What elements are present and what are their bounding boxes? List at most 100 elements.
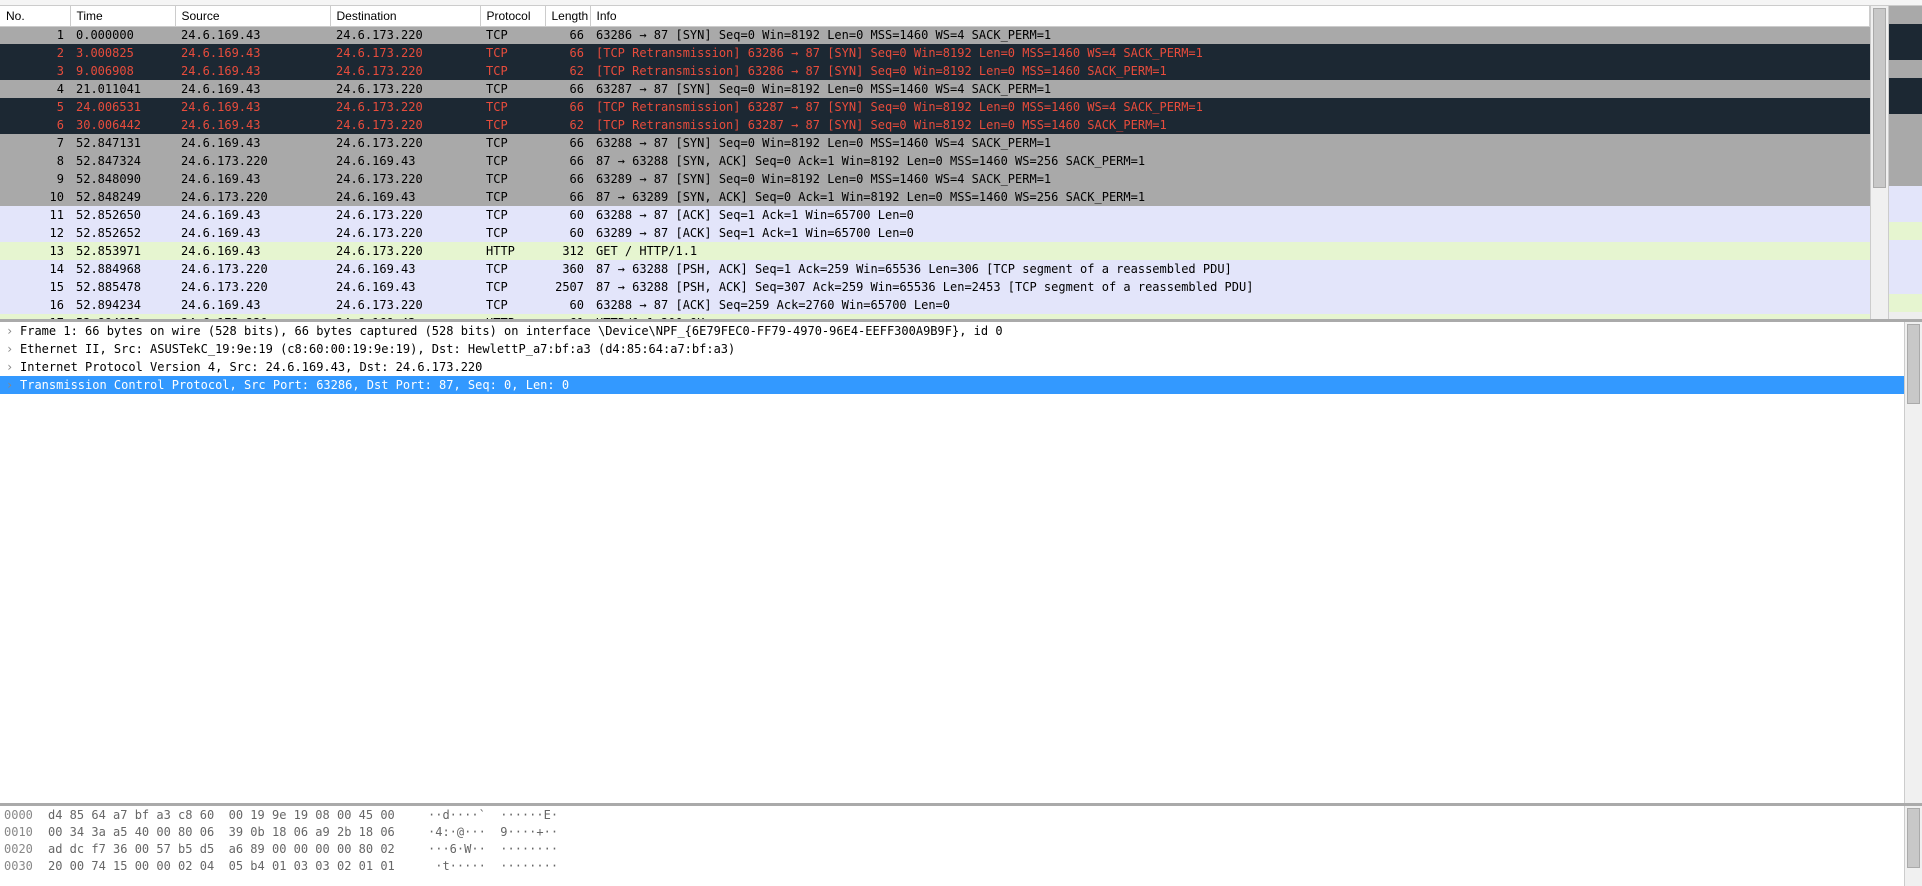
bytes-scrollbar[interactable] [1904, 806, 1922, 886]
column-source-label: Source [182, 9, 220, 23]
packet-header-row[interactable]: No. Time Source Destination Protocol Len… [0, 6, 1870, 26]
detail-line[interactable]: ›Internet Protocol Version 4, Src: 24.6.… [0, 358, 1904, 376]
minimap-segment [1889, 258, 1922, 276]
cell: 24.6.169.43 [330, 188, 480, 206]
column-time[interactable]: Time [70, 6, 175, 26]
cell: [TCP Retransmission] 63287 → 87 [SYN] Se… [590, 116, 1870, 134]
cell: 6 [0, 116, 70, 134]
column-destination[interactable]: Destination [330, 6, 480, 26]
cell: 24.6.169.43 [175, 242, 330, 260]
column-source[interactable]: Source [175, 6, 330, 26]
cell: TCP [480, 170, 545, 188]
packet-minimap[interactable] [1888, 6, 1922, 319]
bytes-line[interactable]: 003020 00 74 15 00 00 02 04 05 b4 01 03 … [4, 859, 1900, 876]
cell: TCP [480, 44, 545, 62]
cell: 60 [545, 296, 590, 314]
minimap-segment [1889, 186, 1922, 204]
cell: 52.852652 [70, 224, 175, 242]
packet-list-panel: No. Time Source Destination Protocol Len… [0, 6, 1922, 322]
cell: 24.6.173.220 [175, 152, 330, 170]
detail-line[interactable]: ›Frame 1: 66 bytes on wire (528 bits), 6… [0, 322, 1904, 340]
cell: TCP [480, 224, 545, 242]
table-row[interactable]: 1252.85265224.6.169.4324.6.173.220TCP606… [0, 224, 1870, 242]
cell: TCP [480, 188, 545, 206]
cell: 24.6.169.43 [175, 224, 330, 242]
cell: TCP [480, 278, 545, 296]
details-scrollbar-thumb[interactable] [1907, 324, 1920, 404]
table-row[interactable]: 23.00082524.6.169.4324.6.173.220TCP66[TC… [0, 44, 1870, 62]
minimap-segment [1889, 150, 1922, 168]
cell: HTTP [480, 314, 545, 319]
minimap-segment [1889, 294, 1922, 312]
bytes-line[interactable]: 0000d4 85 64 a7 bf a3 c8 60 00 19 9e 19 … [4, 808, 1900, 825]
table-row[interactable]: 1752.89435224.6.173.22024.6.169.43HTTP61… [0, 314, 1870, 319]
cell: 11 [0, 206, 70, 224]
bytes-ascii: ·t····· ········ [428, 859, 558, 873]
table-row[interactable]: 952.84809024.6.169.4324.6.173.220TCP6663… [0, 170, 1870, 188]
cell: 52.847324 [70, 152, 175, 170]
bytes-line[interactable]: 001000 34 3a a5 40 00 80 06 39 0b 18 06 … [4, 825, 1900, 842]
table-row[interactable]: 524.00653124.6.169.4324.6.173.220TCP66[T… [0, 98, 1870, 116]
column-no[interactable]: No. [0, 6, 70, 26]
table-row[interactable]: 421.01104124.6.169.4324.6.173.220TCP6663… [0, 80, 1870, 98]
table-row[interactable]: 852.84732424.6.173.22024.6.169.43TCP6687… [0, 152, 1870, 170]
cell: 8 [0, 152, 70, 170]
details-scrollbar[interactable] [1904, 322, 1922, 803]
cell: 24.6.173.220 [330, 224, 480, 242]
table-row[interactable]: 1052.84824924.6.173.22024.6.169.43TCP668… [0, 188, 1870, 206]
packet-scrollbar-thumb[interactable] [1873, 8, 1886, 188]
detail-line[interactable]: ›Ethernet II, Src: ASUSTekC_19:9e:19 (c8… [0, 340, 1904, 358]
cell: 13 [0, 242, 70, 260]
cell: 24.6.169.43 [175, 80, 330, 98]
detail-text: Frame 1: 66 bytes on wire (528 bits), 66… [20, 324, 1003, 338]
minimap-segment [1889, 132, 1922, 150]
table-row[interactable]: 752.84713124.6.169.4324.6.173.220TCP6663… [0, 134, 1870, 152]
bytes-ascii: ·4:·@··· 9····+·· [428, 825, 558, 839]
cell: 24.6.173.220 [175, 278, 330, 296]
minimap-segment [1889, 276, 1922, 294]
cell: 52.894352 [70, 314, 175, 319]
cell: 24.6.169.43 [175, 26, 330, 44]
cell: 66 [545, 188, 590, 206]
cell: GET / HTTP/1.1 [590, 242, 1870, 260]
minimap-segment [1889, 240, 1922, 258]
cell: TCP [480, 62, 545, 80]
cell: [TCP Retransmission] 63286 → 87 [SYN] Se… [590, 62, 1870, 80]
cell: TCP [480, 26, 545, 44]
table-row[interactable]: 1352.85397124.6.169.4324.6.173.220HTTP31… [0, 242, 1870, 260]
table-row[interactable]: 39.00690824.6.169.4324.6.173.220TCP62[TC… [0, 62, 1870, 80]
cell: 24.6.169.43 [175, 116, 330, 134]
packet-scrollbar[interactable] [1870, 6, 1888, 319]
table-row[interactable]: 10.00000024.6.169.4324.6.173.220TCP66632… [0, 26, 1870, 44]
table-row[interactable]: 1452.88496824.6.173.22024.6.169.43TCP360… [0, 260, 1870, 278]
packet-table[interactable]: No. Time Source Destination Protocol Len… [0, 6, 1870, 319]
cell: 24.6.173.220 [330, 242, 480, 260]
cell: 66 [545, 152, 590, 170]
table-row[interactable]: 1152.85265024.6.169.4324.6.173.220TCP606… [0, 206, 1870, 224]
cell: 87 → 63288 [PSH, ACK] Seq=307 Ack=259 Wi… [590, 278, 1870, 296]
cell: 16 [0, 296, 70, 314]
table-row[interactable]: 1652.89423424.6.169.4324.6.173.220TCP606… [0, 296, 1870, 314]
cell: 61 [545, 314, 590, 319]
column-length[interactable]: Length [545, 6, 590, 26]
bytes-ascii: ···6·W·· ········ [428, 842, 558, 856]
cell: TCP [480, 134, 545, 152]
cell: 24.6.169.43 [175, 170, 330, 188]
cell: 24.6.173.220 [330, 296, 480, 314]
table-row[interactable]: 630.00644224.6.169.4324.6.173.220TCP62[T… [0, 116, 1870, 134]
detail-line[interactable]: ›Transmission Control Protocol, Src Port… [0, 376, 1904, 394]
minimap-segment [1889, 42, 1922, 60]
bytes-scrollbar-thumb[interactable] [1907, 808, 1920, 868]
cell: 0.000000 [70, 26, 175, 44]
minimap-segment [1889, 168, 1922, 186]
cell: 52.885478 [70, 278, 175, 296]
minimap-segment [1889, 78, 1922, 96]
chevron-right-icon: › [6, 378, 20, 392]
bytes-line[interactable]: 0020ad dc f7 36 00 57 b5 d5 a6 89 00 00 … [4, 842, 1900, 859]
table-row[interactable]: 1552.88547824.6.173.22024.6.169.43TCP250… [0, 278, 1870, 296]
bytes-offset: 0020 [4, 842, 48, 856]
column-info[interactable]: Info [590, 6, 1870, 26]
cell: 24.6.173.220 [330, 62, 480, 80]
bytes-hex: d4 85 64 a7 bf a3 c8 60 00 19 9e 19 08 0… [48, 808, 428, 822]
column-protocol[interactable]: Protocol [480, 6, 545, 26]
